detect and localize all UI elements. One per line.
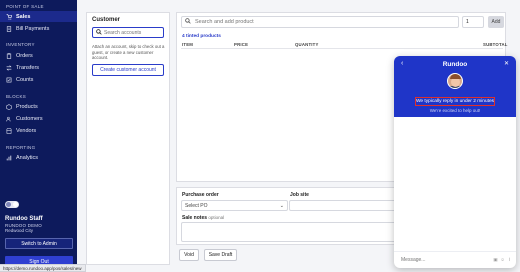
product-search-box[interactable]: [181, 16, 459, 28]
header-divider: [181, 48, 503, 49]
column-header-item: ITEM: [182, 42, 194, 47]
users-icon: [6, 116, 12, 122]
staff-city: Redwood City: [5, 228, 34, 233]
job-site-label: Job site: [290, 192, 309, 198]
column-header-price: PRICE: [234, 42, 249, 47]
chat-message-input[interactable]: [401, 257, 471, 263]
box-icon: [6, 103, 12, 110]
sidebar-item-label: Products: [16, 103, 38, 110]
sidebar-item-vendors[interactable]: Vendors: [0, 125, 77, 136]
chat-subtitle: We're excited to help out!: [429, 108, 481, 113]
sidebar-item-customers[interactable]: Customers: [0, 113, 77, 124]
optional-tag: optional: [208, 215, 225, 220]
customer-help-text: Attach an account, skip to check out a g…: [92, 44, 165, 60]
cart-icon: [6, 13, 12, 20]
sale-notes-label: Sale notes optional: [182, 215, 224, 221]
clipboard-icon: [6, 52, 12, 59]
sidebar-item-transfers[interactable]: Transfers: [0, 62, 77, 73]
checklist-icon: [6, 77, 12, 83]
purchase-order-select[interactable]: Select PO ⌄: [181, 200, 288, 211]
add-product-button[interactable]: Add: [488, 16, 504, 28]
chat-widget: ‹ Rundoo ✕ We typically reply in under 2…: [394, 56, 516, 268]
sale-notes-title: Sale notes: [182, 215, 208, 221]
customer-title: Customer: [92, 17, 121, 23]
sidebar-item-label: Counts: [16, 76, 34, 83]
agent-avatar: [447, 73, 463, 89]
gif-icon[interactable]: ▣: [493, 257, 498, 262]
account-search-input[interactable]: [104, 29, 162, 36]
create-customer-account-button[interactable]: Create customer account: [92, 64, 164, 76]
sidebar-section-pos: POINT OF SALE: [6, 4, 44, 9]
switch-to-admin-button[interactable]: Switch to Admin: [5, 238, 73, 249]
sidebar-item-products[interactable]: Products: [0, 101, 77, 112]
sidebar-item-counts[interactable]: Counts: [0, 74, 77, 85]
sidebar-item-label: Transfers: [16, 64, 40, 71]
purchase-order-value: Select PO: [185, 202, 208, 209]
chevron-down-icon: ⌄: [279, 203, 284, 209]
search-icon: [96, 28, 102, 37]
sun-icon: [13, 202, 18, 207]
status-bar-url: https://demo.rundoo.app/pos/sales/new: [0, 264, 86, 272]
account-search-box[interactable]: [92, 27, 164, 38]
sidebar-item-label: Analytics: [16, 154, 39, 161]
customer-panel: Customer Attach an account, skip to chec…: [86, 12, 170, 265]
purchase-order-label: Purchase order: [182, 192, 219, 198]
chat-message-box[interactable]: ▣ ☺ ⌇: [394, 251, 516, 268]
sidebar-item-bill-payments[interactable]: Bill Payments: [0, 23, 77, 34]
save-draft-button[interactable]: Save Draft: [204, 249, 237, 261]
void-button[interactable]: Void: [179, 249, 199, 261]
sidebar: POINT OF SALE Sales Bill Payments INVENT…: [0, 0, 77, 272]
search-icon: [185, 18, 191, 26]
sidebar-section-blocks: BLOCKS: [6, 94, 27, 99]
column-header-subtotal: SUBTOTAL: [483, 42, 508, 47]
store-icon: [6, 127, 12, 134]
transfer-icon: [6, 64, 12, 71]
sidebar-item-sales[interactable]: Sales: [0, 11, 77, 22]
quantity-input[interactable]: 1: [462, 16, 484, 28]
moon-icon: [6, 202, 11, 207]
chart-icon: [6, 155, 12, 161]
sidebar-item-label: Sales: [16, 13, 31, 20]
theme-toggle[interactable]: [5, 201, 19, 208]
items-count-link[interactable]: 4 tinted products: [182, 34, 221, 39]
sidebar-section-reporting: REPORTING: [6, 145, 36, 150]
sidebar-item-analytics[interactable]: Analytics: [0, 152, 77, 163]
attachment-icon[interactable]: ⌇: [507, 257, 512, 262]
receipt-icon: [6, 25, 12, 32]
close-icon[interactable]: ✕: [504, 60, 509, 67]
staff-name: Rundoo Staff: [5, 216, 43, 222]
sidebar-item-orders[interactable]: Orders: [0, 50, 77, 61]
column-header-quantity: QUANTITY: [295, 42, 319, 47]
sidebar-item-label: Vendors: [16, 127, 37, 134]
reply-time-text: We typically reply in under 2 minutes: [415, 97, 495, 106]
chat-header: ‹ Rundoo ✕ We typically reply in under 2…: [394, 56, 516, 117]
product-search-input[interactable]: [195, 19, 395, 25]
sidebar-item-label: Orders: [16, 52, 33, 59]
sidebar-item-label: Bill Payments: [16, 25, 50, 32]
sidebar-section-inventory: INVENTORY: [6, 42, 35, 47]
sidebar-item-label: Customers: [16, 115, 43, 122]
chat-title: Rundoo: [442, 61, 468, 68]
emoji-icon[interactable]: ☺: [500, 257, 505, 262]
